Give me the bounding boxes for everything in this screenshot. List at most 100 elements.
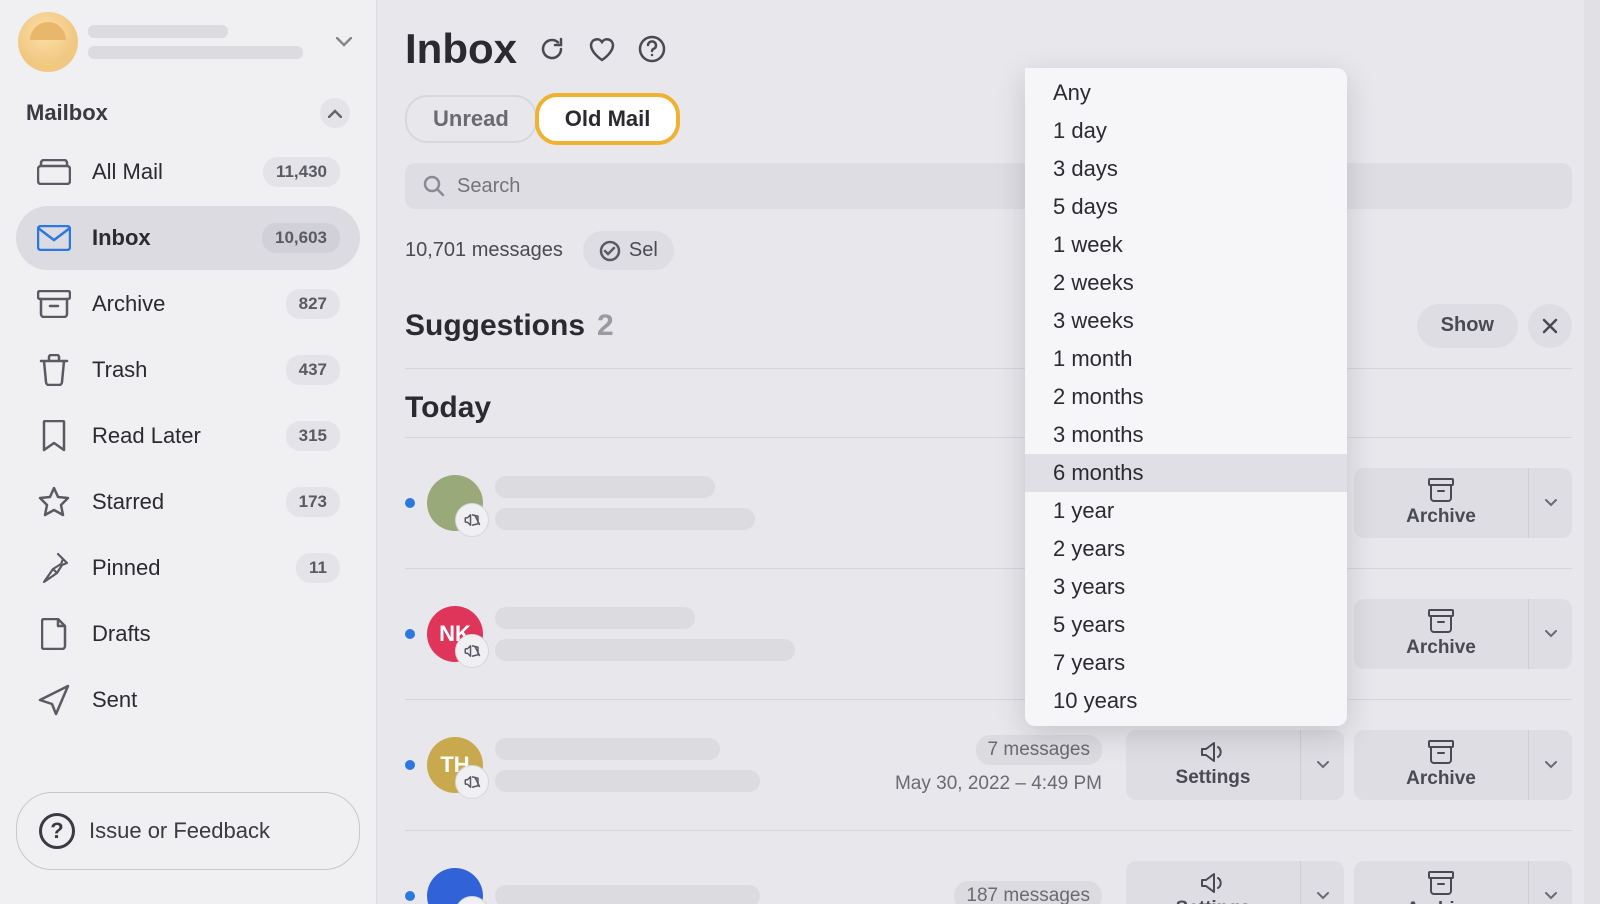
nav-count: 437 [286, 355, 340, 385]
unread-dot-icon [405, 760, 415, 770]
nav-trash[interactable]: Trash 437 [16, 338, 360, 402]
dropdown-option[interactable]: 2 weeks [1025, 264, 1347, 302]
main-content: Inbox Unread Old Mail 10,701 messages Se… [377, 0, 1600, 904]
sender-avatar: NK [427, 606, 483, 662]
nav-archive[interactable]: Archive 827 [16, 272, 360, 336]
settings-label: Settings [1176, 767, 1251, 789]
dropdown-option[interactable]: 5 days [1025, 188, 1347, 226]
chevron-up-icon[interactable] [320, 98, 350, 128]
refresh-icon[interactable] [537, 34, 567, 64]
old-mail-age-dropdown[interactable]: Any1 day3 days5 days1 week2 weeks3 weeks… [1025, 68, 1347, 726]
select-button[interactable]: Sel [583, 231, 674, 270]
dropdown-option[interactable]: 7 years [1025, 644, 1347, 682]
dropdown-option[interactable]: 1 year [1025, 492, 1347, 530]
archive-label: Archive [1406, 637, 1476, 659]
user-avatar [18, 12, 78, 72]
suggestions-label: Suggestions [405, 309, 585, 343]
dropdown-option[interactable]: 3 years [1025, 568, 1347, 606]
archive-button[interactable]: Archive [1354, 599, 1572, 669]
sender-avatar [427, 868, 483, 904]
filter-unread[interactable]: Unread [405, 95, 537, 143]
dropdown-option[interactable]: 6 months [1025, 454, 1347, 492]
dropdown-option[interactable]: 3 days [1025, 150, 1347, 188]
message-row[interactable]: 187 messages Settings Archive [405, 831, 1572, 904]
message-preview-placeholder [495, 738, 883, 792]
search-bar[interactable] [405, 163, 1572, 209]
archive-label: Archive [1406, 899, 1476, 904]
chevron-down-icon[interactable] [1300, 730, 1344, 800]
message-preview-placeholder [495, 885, 942, 904]
dropdown-option[interactable]: 3 months [1025, 416, 1347, 454]
dropdown-option[interactable]: 2 years [1025, 530, 1347, 568]
heart-icon[interactable] [587, 34, 617, 64]
inbox-icon [36, 220, 72, 256]
dropdown-option[interactable]: 2 months [1025, 378, 1347, 416]
message-date: May 30, 2022 – 4:49 PM [895, 773, 1102, 795]
chevron-down-icon[interactable] [1528, 468, 1572, 538]
scrollbar[interactable] [1584, 0, 1600, 904]
sender-avatar: TH [427, 737, 483, 793]
chevron-down-icon[interactable] [330, 28, 358, 56]
search-input[interactable] [457, 175, 1554, 198]
nav-pinned[interactable]: Pinned 11 [16, 536, 360, 600]
message-preview-placeholder [495, 607, 1114, 661]
message-row[interactable]: NK Settings Archive [405, 569, 1572, 700]
nav-label: Read Later [92, 423, 266, 449]
archive-button[interactable]: Archive [1354, 861, 1572, 904]
message-count: 10,701 messages [405, 239, 563, 262]
chevron-down-icon[interactable] [1300, 861, 1344, 904]
nav-starred[interactable]: Starred 173 [16, 470, 360, 534]
chevron-down-icon[interactable] [1528, 861, 1572, 904]
nav-count: 315 [286, 421, 340, 451]
nav-label: Drafts [92, 621, 340, 647]
sender-avatar [427, 475, 483, 531]
nav-drafts[interactable]: Drafts [16, 602, 360, 666]
send-icon [36, 682, 72, 718]
mailbox-section-header[interactable]: Mailbox [16, 92, 360, 134]
feedback-button[interactable]: ? Issue or Feedback [16, 792, 360, 870]
dropdown-option[interactable]: 5 years [1025, 606, 1347, 644]
account-switcher[interactable] [16, 12, 360, 72]
star-icon [36, 484, 72, 520]
dropdown-option[interactable]: 3 weeks [1025, 302, 1347, 340]
message-preview-placeholder [495, 476, 1114, 530]
help-icon[interactable] [637, 34, 667, 64]
filter-old-mail[interactable]: Old Mail [535, 93, 681, 145]
nav-label: Sent [92, 687, 340, 713]
page-title: Inbox [405, 25, 517, 73]
message-row[interactable]: Settings Archive [405, 438, 1572, 569]
message-actions: Settings Archive [1126, 861, 1572, 904]
chevron-down-icon[interactable] [1528, 599, 1572, 669]
dropdown-option[interactable]: 1 day [1025, 112, 1347, 150]
nav-label: All Mail [92, 159, 243, 185]
suggestions-close-button[interactable] [1528, 304, 1572, 348]
dropdown-option[interactable]: Any [1025, 74, 1347, 112]
mailbox-label: Mailbox [26, 100, 108, 126]
search-icon [423, 175, 445, 197]
archive-button[interactable]: Archive [1354, 730, 1572, 800]
settings-button[interactable]: Settings [1126, 730, 1344, 800]
nav-read-later[interactable]: Read Later 315 [16, 404, 360, 468]
message-count-badge: 7 messages [976, 735, 1102, 765]
nav-label: Inbox [92, 225, 242, 251]
nav-label: Pinned [92, 555, 276, 581]
suggestions-show-button[interactable]: Show [1417, 304, 1518, 348]
nav-label: Archive [92, 291, 266, 317]
nav-all-mail[interactable]: All Mail 11,430 [16, 140, 360, 204]
dropdown-option[interactable]: 1 month [1025, 340, 1347, 378]
dropdown-option[interactable]: 10 years [1025, 682, 1347, 720]
sidebar: Mailbox All Mail 11,430 Inbox 10,603 Arc… [0, 0, 377, 904]
select-label: Sel [629, 239, 658, 262]
nav-sent[interactable]: Sent [16, 668, 360, 732]
archive-button[interactable]: Archive [1354, 468, 1572, 538]
chevron-down-icon[interactable] [1528, 730, 1572, 800]
nav-count: 11 [296, 553, 340, 583]
pin-icon [36, 550, 72, 586]
message-row[interactable]: TH 7 messages May 30, 2022 – 4:49 PM Set… [405, 700, 1572, 831]
nav-label: Starred [92, 489, 266, 515]
nav-inbox[interactable]: Inbox 10,603 [16, 206, 360, 270]
feedback-label: Issue or Feedback [89, 818, 270, 844]
dropdown-option[interactable]: 1 week [1025, 226, 1347, 264]
settings-button[interactable]: Settings [1126, 861, 1344, 904]
nav-count: 173 [286, 487, 340, 517]
